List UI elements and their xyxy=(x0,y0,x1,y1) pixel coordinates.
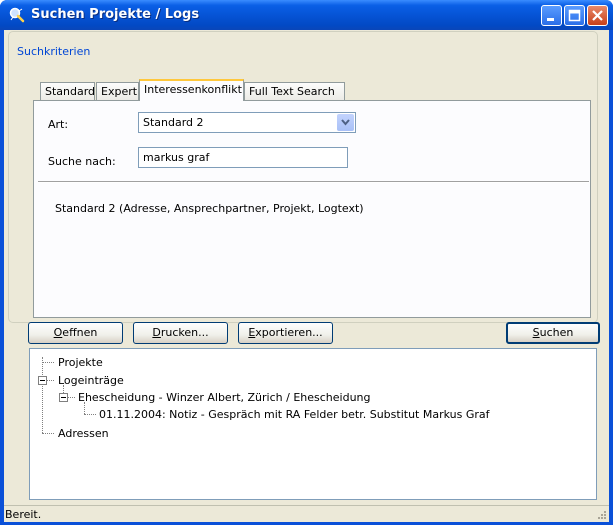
tree-item-ehescheidung[interactable]: Ehescheidung - Winzer Albert, Zürich / E… xyxy=(78,391,371,404)
search-criteria-legend: Suchkriterien xyxy=(14,45,94,58)
art-select-value: Standard 2 xyxy=(143,116,204,129)
collapse-icon[interactable] xyxy=(38,376,47,385)
suchen-mnemonic: S xyxy=(532,326,540,339)
resize-grip-icon[interactable] xyxy=(597,510,607,520)
tab-label: Full Text Search xyxy=(249,85,335,98)
tree-line xyxy=(42,357,43,433)
search-description: Standard 2 (Adresse, Ansprechpartner, Pr… xyxy=(55,202,364,215)
panel-separator xyxy=(38,181,589,183)
tree-line xyxy=(42,433,54,434)
art-select[interactable]: Standard 2 xyxy=(138,112,356,133)
results-tree[interactable]: Projekte Logeinträge Ehescheidung - Winz… xyxy=(29,348,597,500)
tree-line xyxy=(84,402,85,414)
tab-full-text-search[interactable]: Full Text Search xyxy=(244,82,345,100)
app-window: Suchen Projekte / Logs Suchkriterien Sta… xyxy=(0,0,613,525)
tree-item-adressen[interactable]: Adressen xyxy=(58,427,109,440)
collapse-icon[interactable] xyxy=(59,393,68,402)
suchen-button[interactable]: Suchen xyxy=(506,322,600,344)
drucken-button[interactable]: Drucken... xyxy=(133,322,228,344)
tab-standard[interactable]: Standard xyxy=(40,82,95,100)
close-button[interactable] xyxy=(587,5,608,26)
art-label: Art: xyxy=(48,118,69,131)
maximize-button[interactable] xyxy=(564,5,585,26)
tree-item-log-entry[interactable]: 01.11.2004: Notiz - Gespräch mit RA Feld… xyxy=(99,408,490,421)
suche-label: Suche nach: xyxy=(48,155,116,168)
tree-item-projekte[interactable]: Projekte xyxy=(58,356,103,369)
maximize-icon xyxy=(568,9,581,22)
tree-line xyxy=(84,414,96,415)
close-icon xyxy=(592,10,603,21)
tab-label: Standard xyxy=(45,85,96,98)
tree-item-logeintraege[interactable]: Logeinträge xyxy=(58,374,124,387)
tab-label: Expert xyxy=(101,85,138,98)
search-input[interactable]: markus graf xyxy=(138,147,348,168)
tab-expert[interactable]: Expert xyxy=(96,82,139,100)
art-dropdown-button[interactable] xyxy=(337,114,354,131)
status-text: Bereit. xyxy=(5,508,42,521)
status-bar: Bereit. xyxy=(4,505,609,522)
title-bar[interactable]: Suchen Projekte / Logs xyxy=(0,0,613,30)
drucken-mnemonic: D xyxy=(152,326,161,339)
tab-label: Interessenkonflikt xyxy=(144,83,242,96)
oeffnen-button[interactable]: Oeffnen xyxy=(28,322,123,344)
exportieren-button[interactable]: Exportieren... xyxy=(238,322,333,344)
minimize-button[interactable] xyxy=(541,5,562,26)
oeffnen-mnemonic: O xyxy=(53,326,63,339)
tab-interessenkonflikt[interactable]: Interessenkonflikt xyxy=(139,79,244,101)
drucken-label: rucken... xyxy=(160,326,209,339)
tree-line xyxy=(42,362,54,363)
oeffnen-label: effnen xyxy=(62,326,98,339)
minimize-icon xyxy=(547,18,554,21)
chevron-down-icon xyxy=(341,119,350,126)
tree-line xyxy=(68,397,75,398)
window-title: Suchen Projekte / Logs xyxy=(31,7,200,22)
tree-line xyxy=(47,380,54,381)
suchen-label: uchen xyxy=(539,326,574,339)
exportieren-label: xportieren... xyxy=(255,326,323,339)
search-app-icon xyxy=(9,7,25,23)
